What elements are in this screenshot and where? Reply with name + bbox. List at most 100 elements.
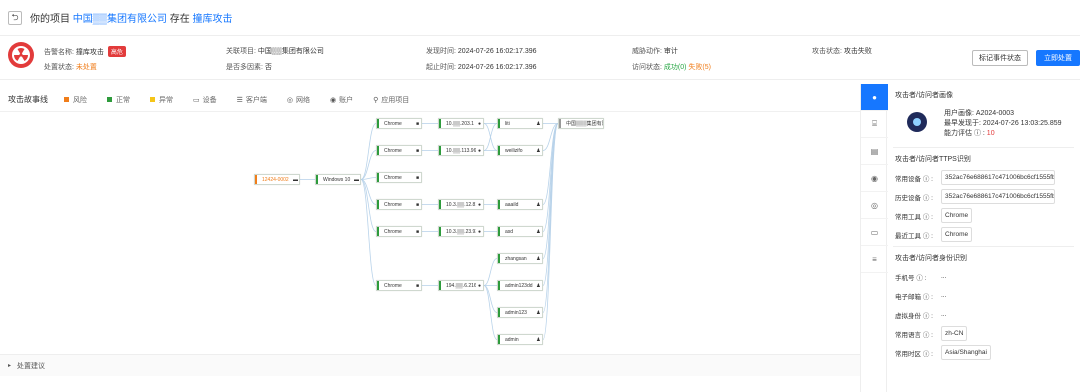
graph-node[interactable]: Chrome ■ <box>376 145 422 156</box>
graph-node[interactable]: 10.3.▒▒.23.93 ● <box>438 226 484 237</box>
info-icon[interactable]: ⓘ <box>974 130 981 137</box>
user-icon[interactable]: ● <box>861 84 888 111</box>
storyline-title: 攻击故事线 <box>8 95 48 104</box>
info-icon[interactable]: ⓘ <box>923 332 930 339</box>
graph-node[interactable]: 10.▒▒.203.1 ● <box>438 118 484 129</box>
mark-status-button[interactable]: 标记事件状态 <box>972 50 1028 66</box>
event-link[interactable]: 撞库攻击 <box>193 14 233 25</box>
info-icon[interactable]: ⓘ <box>923 214 930 221</box>
handle-now-button[interactable]: 立即处置 <box>1036 50 1080 66</box>
graph-node[interactable]: admin123dd ♟ <box>497 280 543 291</box>
legend-risk-label: 风险 <box>73 96 87 104</box>
graph-node-label: 10.3.▒▒.12.81 <box>446 201 476 208</box>
ttps-value: 352ac76e688617c471006bc6cf1555fb <box>941 170 1055 185</box>
info-icon[interactable]: ⓘ <box>923 176 930 183</box>
graph-node[interactable]: asd ♟ <box>497 226 543 237</box>
account-icon: ♟ <box>536 228 541 235</box>
info-icon[interactable]: ⓘ <box>916 275 923 282</box>
threat-action-value: 审计 <box>663 48 678 55</box>
graph-node[interactable]: Chrome ■ <box>376 226 422 237</box>
graph-node-label: Chrome <box>384 228 402 235</box>
list-icon[interactable]: ≡ <box>861 246 888 273</box>
ttps-key: 历史设备 ⓘ : <box>895 194 933 202</box>
graph-edges <box>300 123 559 340</box>
graph-node[interactable]: 中国▒▒▒集团有限公司 <box>558 118 604 129</box>
graph-node[interactable]: Chrome ■ <box>376 172 422 183</box>
app-icon: ⚲ <box>373 96 379 104</box>
alarm-name-label: 告警名称: <box>44 49 74 56</box>
device-icon[interactable]: ▭ <box>861 219 888 246</box>
ttps-label: 常用工具 <box>895 213 921 221</box>
undo-icon[interactable]: ⮌ <box>8 10 22 25</box>
account-icon: ♟ <box>536 336 541 343</box>
handling-advice-toggle[interactable]: ▸ 处置建议 <box>0 354 860 376</box>
first-seen-value: 2024-07-26 13:03:25.859 <box>982 120 1062 127</box>
lock-icon: ■ <box>415 174 420 181</box>
caret-right-icon: ▸ <box>8 363 12 369</box>
identity-label: 虚拟身份 <box>895 312 921 320</box>
identity-title: 攻击者/访问者身份识别 <box>895 255 967 262</box>
ttps-value: Chrome <box>941 227 973 242</box>
project-link[interactable]: 中国▒▒集团有限公司 <box>73 14 167 25</box>
info-icon: ● <box>477 282 482 289</box>
graph-node-label: 12424-0002 <box>262 176 289 183</box>
graph-node[interactable]: aaaild ♟ <box>497 199 543 210</box>
info-icon: ● <box>477 147 482 154</box>
identity-value: ... <box>941 311 947 318</box>
attack-storyline-graph[interactable]: 12424-0002 ▬ Windows 10 ▬ Chrome ■ Chrome ■ Chro… <box>0 112 860 352</box>
client-icon: ☰ <box>236 96 243 104</box>
panel-tab-column: ● ⌸ ▤ ◉ ◎ ▭ ≡ <box>860 84 888 392</box>
divider <box>893 246 1074 247</box>
ttps-key: 常用工具 ⓘ : <box>895 213 933 221</box>
graph-node-label: weilizifo <box>505 147 523 154</box>
profile-icon[interactable]: ⌸ <box>861 111 888 138</box>
device-icon: ▬ <box>293 176 298 183</box>
graph-node[interactable]: Chrome ■ <box>376 199 422 210</box>
graph-node[interactable]: admin123 ♟ <box>497 307 543 318</box>
multifactor-value: 否 <box>264 64 272 71</box>
graph-node[interactable]: Chrome ■ <box>376 280 422 291</box>
graph-node[interactable]: weilizifo ♟ <box>497 145 543 156</box>
found-time-label: 发现时间: <box>426 48 456 55</box>
top-bar: ⮌ 你的项目 中国▒▒集团有限公司 存在 撞库攻击 <box>0 0 1080 36</box>
info-icon[interactable]: ⓘ <box>923 195 930 202</box>
account-icon: ♟ <box>536 201 541 208</box>
first-seen-label: 最早发现于: <box>944 120 981 127</box>
account-icon: ♟ <box>536 282 541 289</box>
info-icon[interactable]: ⓘ <box>923 294 930 301</box>
access-fail-value: 失败(5) <box>688 64 711 71</box>
lock-icon: ■ <box>415 282 420 289</box>
graph-node[interactable]: liti ♟ <box>497 118 543 129</box>
legend-abnormal-swatch <box>150 97 155 102</box>
access-success-value: 成功(0) <box>663 64 687 71</box>
log-icon[interactable]: ▤ <box>861 138 888 165</box>
alarm-info-header: 告警名称: 撞库攻击 高危 处置状态: 未处置 关联项目: 中国▒▒集团有限公司… <box>0 36 1080 80</box>
account-icon: ♟ <box>536 255 541 262</box>
account-icon[interactable]: ◉ <box>861 165 888 192</box>
graph-node-label: Chrome <box>384 282 402 289</box>
graph-node[interactable]: 12424-0002 ▬ <box>254 174 300 185</box>
graph-node-label: admin123 <box>505 309 527 316</box>
portrait-value: A2024-0003 <box>975 110 1015 117</box>
legend-app: ⚲ 应用项目 <box>373 95 409 105</box>
graph-node[interactable]: 10.▒▒.113.96 ● <box>438 145 484 156</box>
graph-node[interactable]: Chrome ■ <box>376 118 422 129</box>
handling-advice-label: 处置建议 <box>17 362 46 370</box>
info-icon[interactable]: ⓘ <box>923 351 930 358</box>
graph-node[interactable]: 10.3.▒▒.12.81 ● <box>438 199 484 210</box>
info-icon[interactable]: ⓘ <box>923 233 930 240</box>
ttps-title: 攻击者/访问者TTPS识别 <box>895 156 971 163</box>
ttps-value: Chrome <box>941 208 973 223</box>
info-icon[interactable]: ⓘ <box>923 313 930 320</box>
graph-node[interactable]: Windows 10 ▬ <box>315 174 361 185</box>
device-icon: ▬ <box>354 176 359 183</box>
legend-normal: 正常 <box>107 95 130 105</box>
identity-value: Asia/Shanghai <box>941 345 991 360</box>
identity-key: 手机号 ⓘ : <box>895 274 927 282</box>
identity-key: 常用语言 ⓘ : <box>895 331 933 339</box>
graph-node[interactable]: admin ♟ <box>497 334 543 345</box>
graph-node[interactable]: 194.▒▒.6.216 ● <box>438 280 484 291</box>
graph-node[interactable]: zhangsan ♟ <box>497 253 543 264</box>
network-icon[interactable]: ◎ <box>861 192 888 219</box>
identity-row: 电子邮箱 ⓘ : ... <box>895 288 1074 303</box>
